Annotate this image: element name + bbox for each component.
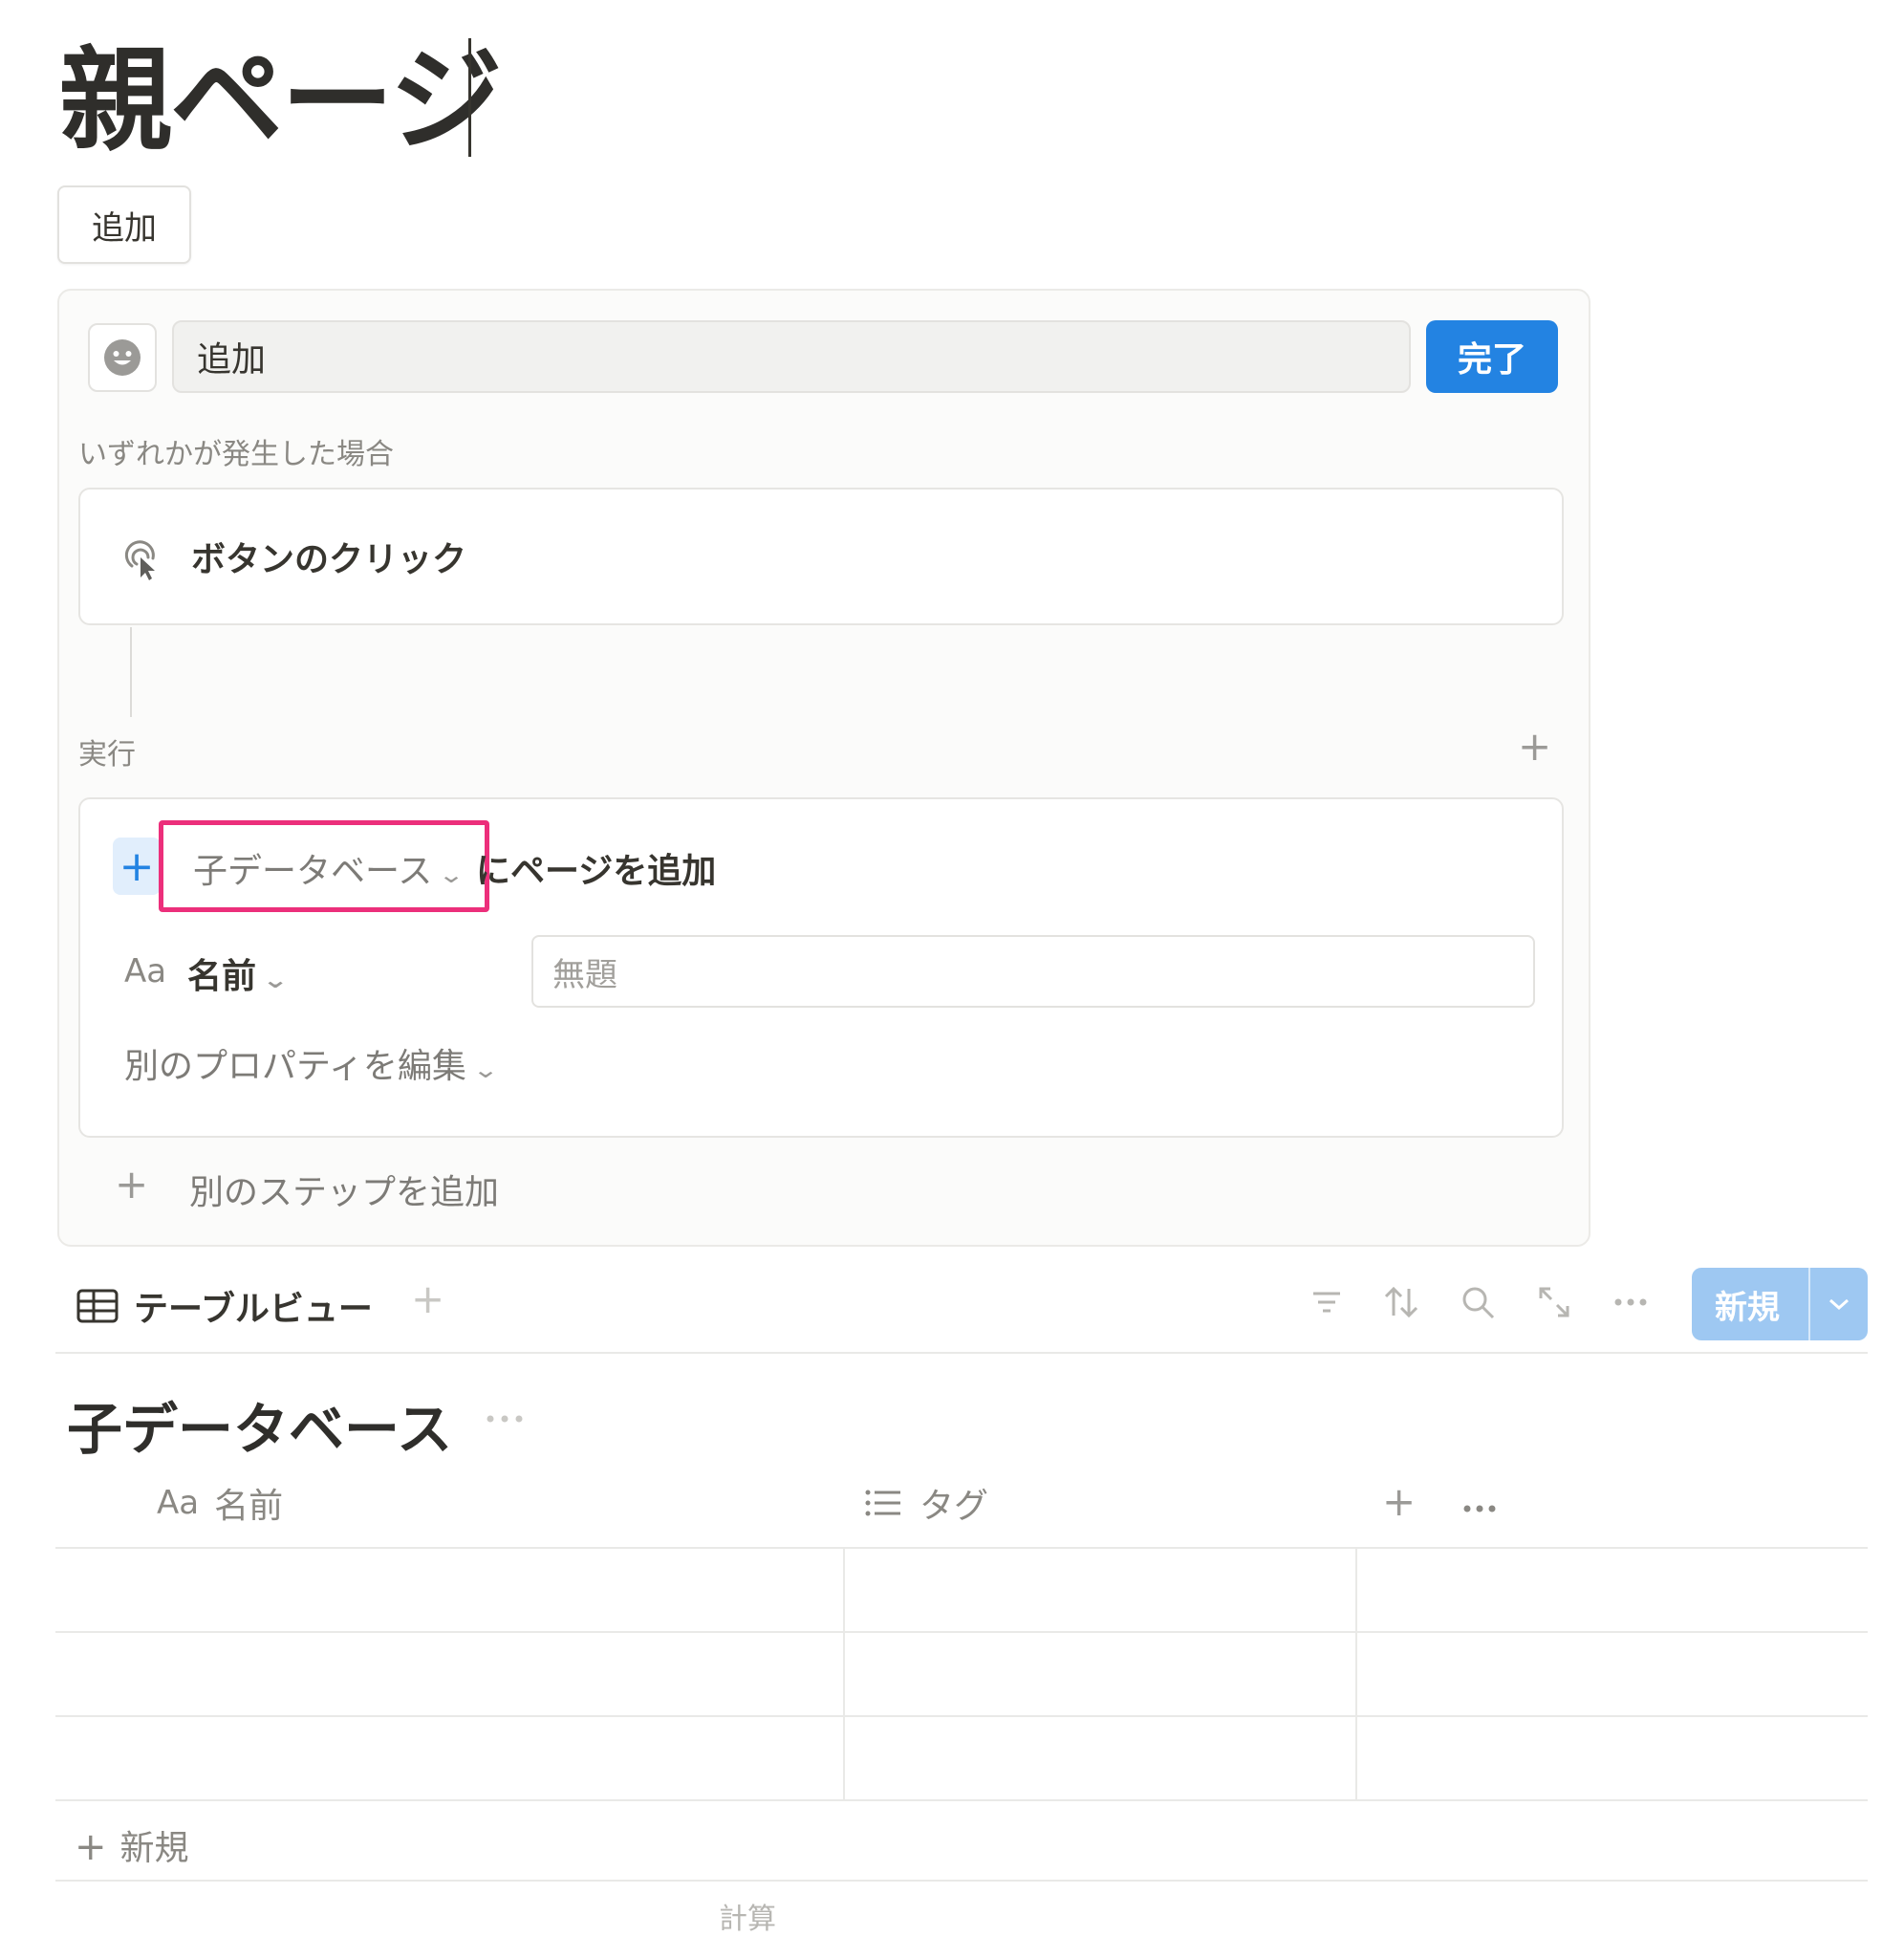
tab-table-view-label: テーブルビュー: [134, 1290, 373, 1329]
calculate-label[interactable]: 計算: [719, 1895, 776, 1937]
action-section-label: 実行: [78, 738, 136, 772]
smiley-icon: [104, 339, 141, 376]
view-bar-divider: [55, 1352, 1868, 1354]
add-step-plus-icon: +: [115, 1161, 149, 1208]
table-row[interactable]: [55, 1631, 1868, 1633]
add-step-button[interactable]: 別のステップを追加: [189, 1164, 499, 1214]
edit-properties-label: 別のプロパティを編集: [124, 1047, 466, 1086]
add-column-plus-icon[interactable]: +: [1382, 1482, 1416, 1522]
add-action-plus-icon[interactable]: +: [1518, 727, 1551, 767]
text-property-icon: Aa: [124, 952, 167, 990]
column-header-tags[interactable]: タグ: [864, 1478, 988, 1528]
tab-table-view[interactable]: テーブルビュー: [76, 1281, 373, 1331]
emoji-picker-button[interactable]: [88, 323, 157, 392]
add-button-block[interactable]: 追加: [57, 185, 191, 264]
column-more-icon[interactable]: [1462, 1499, 1497, 1517]
add-view-plus-icon[interactable]: +: [411, 1279, 444, 1319]
database-more-icon[interactable]: [486, 1409, 524, 1427]
action-suffix-text: にページを追加: [476, 852, 717, 891]
step-connector: [130, 627, 132, 717]
trigger-section-label: いずれかが発生した場合: [78, 438, 394, 471]
property-name-label: 名前: [187, 957, 257, 996]
sort-icon[interactable]: [1380, 1281, 1422, 1323]
property-name-select[interactable]: 名前 ⌄: [187, 948, 289, 998]
text-property-icon: Aa: [157, 1484, 200, 1522]
search-icon[interactable]: [1457, 1281, 1499, 1323]
filter-icon[interactable]: [1306, 1281, 1348, 1323]
new-entry-label: 新規: [1715, 1288, 1780, 1327]
column-divider: [1355, 1549, 1357, 1799]
property-value-input[interactable]: 無題: [531, 935, 1535, 1008]
done-button[interactable]: 完了: [1426, 320, 1558, 393]
text-caret: [468, 38, 471, 157]
add-new-row[interactable]: + 新規: [75, 1820, 189, 1870]
column-divider: [843, 1549, 845, 1799]
page-title[interactable]: 親ページ: [59, 29, 503, 172]
database-title[interactable]: 子データベース: [67, 1384, 452, 1465]
multi-select-icon: [865, 1490, 900, 1516]
highlight-box: [159, 820, 489, 912]
add-new-row-label: 新規: [119, 1829, 189, 1868]
edit-other-properties[interactable]: 別のプロパティを編集 ⌄: [124, 1038, 499, 1088]
table-row[interactable]: [55, 1715, 1868, 1717]
button-name-input[interactable]: 追加: [172, 320, 1411, 393]
chevron-down-icon: ⌄: [471, 1056, 499, 1083]
plus-icon: +: [75, 1825, 107, 1869]
chevron-down-icon: ⌄: [261, 967, 290, 993]
click-pointer-icon: [119, 537, 164, 587]
column-header-name[interactable]: Aa 名前: [157, 1478, 283, 1528]
trigger-label: ボタンのクリック: [191, 540, 467, 579]
button-divider: [1808, 1268, 1810, 1340]
new-entry-button[interactable]: 新規: [1692, 1268, 1868, 1340]
expand-icon[interactable]: [1533, 1281, 1575, 1323]
header-divider: [55, 1547, 1868, 1549]
chevron-down-icon[interactable]: [1810, 1297, 1868, 1311]
add-page-action-icon: +: [113, 838, 161, 895]
footer-divider: [55, 1880, 1868, 1882]
table-icon: [76, 1289, 119, 1323]
column-header-label: 名前: [214, 1487, 284, 1526]
more-options-icon[interactable]: [1610, 1281, 1652, 1323]
table-row[interactable]: [55, 1799, 1868, 1801]
column-header-label: タグ: [920, 1487, 989, 1526]
